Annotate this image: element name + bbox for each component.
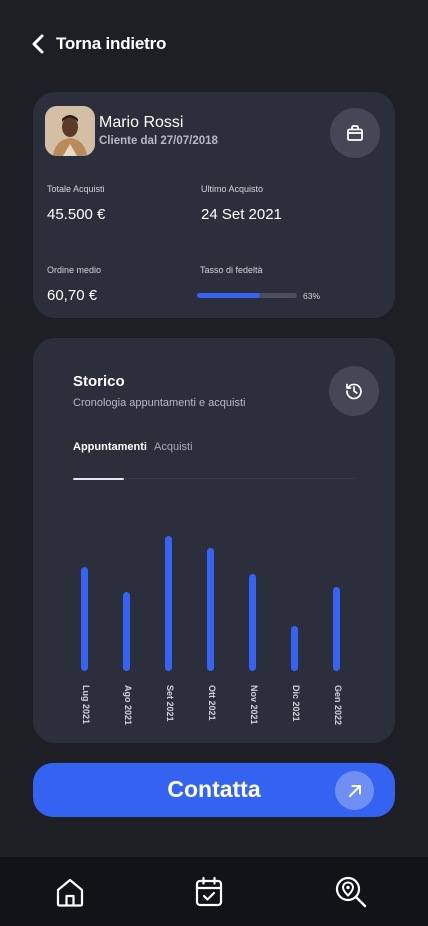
avatar xyxy=(45,106,95,156)
chart-x-tick-label: Ago 2021 xyxy=(123,685,133,726)
chevron-left-icon xyxy=(32,34,44,54)
back-button[interactable]: Torna indietro xyxy=(30,32,166,56)
customer-card: Mario Rossi Cliente dal 27/07/2018 Total… xyxy=(33,92,395,318)
purchases-button[interactable] xyxy=(330,108,380,158)
back-label: Torna indietro xyxy=(56,34,167,53)
chart-bar xyxy=(165,536,172,671)
chart-bar xyxy=(291,626,298,671)
contact-button[interactable]: Contatta xyxy=(33,763,395,817)
loyalty-rate-label: Tasso di fedeltà xyxy=(200,265,263,275)
last-purchase-label: Ultimo Acquisto xyxy=(201,184,264,194)
chart-bar xyxy=(249,574,256,671)
total-purchases-value: 45.500 € xyxy=(47,206,106,223)
nav-home[interactable] xyxy=(51,873,89,911)
history-bar-chart: Lug 2021 Ago 2021 Set 2021 Ott 2021 Nov 2021… xyxy=(33,338,395,743)
loyalty-progress-fill xyxy=(197,293,260,298)
total-purchases-label: Totale Acquisti xyxy=(47,184,105,194)
loyalty-rate-value: 63% xyxy=(303,291,321,301)
chart-bar xyxy=(207,548,214,671)
loyalty-progress-bar xyxy=(197,293,297,298)
nav-map-search[interactable] xyxy=(332,873,370,911)
chart-bar xyxy=(123,592,130,671)
average-order-label: Ordine medio xyxy=(47,265,102,275)
shopping-bag-icon xyxy=(347,125,363,141)
chart-x-tick-label: Lug 2021 xyxy=(81,685,91,725)
customer-since: Cliente dal 27/07/2018 xyxy=(99,135,218,147)
history-card: Storico Cronologia appuntamenti e acquis… xyxy=(33,338,395,743)
nav-calendar[interactable] xyxy=(190,873,228,911)
chart-x-tick-label: Set 2021 xyxy=(165,685,175,722)
home-icon xyxy=(56,878,84,907)
chart-x-tick-label: Nov 2021 xyxy=(249,685,259,725)
customer-name: Mario Rossi xyxy=(99,114,184,131)
chart-x-tick-label: Dic 2021 xyxy=(291,685,301,722)
chart-bar xyxy=(333,587,340,671)
chart-bar xyxy=(81,567,88,671)
chart-x-tick-label: Gen 2022 xyxy=(333,685,343,726)
last-purchase-value: 24 Set 2021 xyxy=(201,206,282,223)
chart-x-tick-label: Ott 2021 xyxy=(207,685,217,721)
average-order-value: 60,70 € xyxy=(47,287,98,304)
map-search-icon xyxy=(335,876,367,908)
arrow-up-right-icon xyxy=(335,771,374,810)
bottom-navigation xyxy=(0,857,428,926)
calendar-check-icon xyxy=(195,876,223,907)
